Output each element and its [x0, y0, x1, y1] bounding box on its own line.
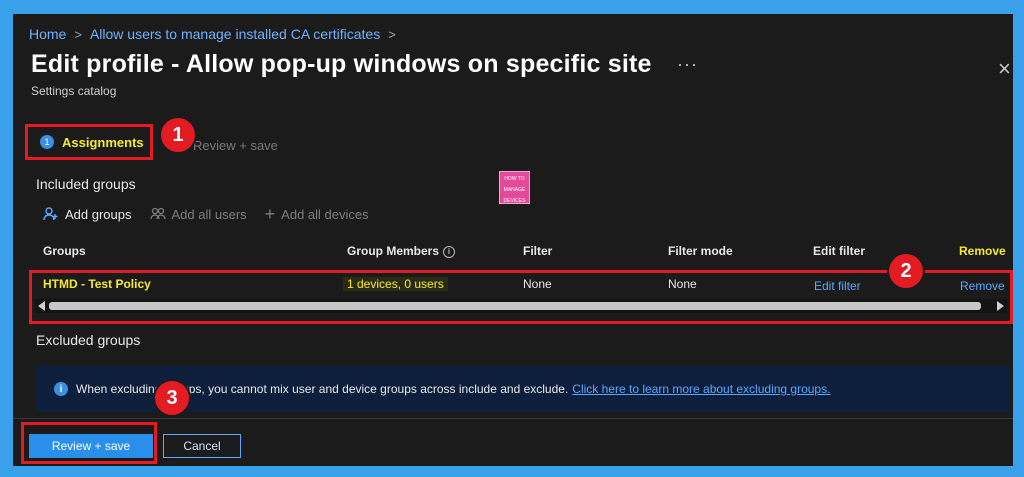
page-title: Edit profile - Allow pop-up windows on s… — [31, 50, 652, 78]
column-group-members: Group Members i — [347, 244, 456, 258]
groups-table-header: Groups Group Members i Filter Filter mode… — [43, 244, 1007, 264]
info-icon[interactable]: i — [443, 246, 456, 258]
callout-badge-2: 2 — [889, 254, 923, 288]
add-groups-button[interactable]: Add groups — [43, 206, 132, 222]
remove-link[interactable]: Remove — [960, 279, 1005, 293]
column-remove: Remove — [959, 244, 1006, 258]
footer-divider — [13, 418, 1013, 419]
group-name: HTMD - Test Policy — [43, 277, 151, 291]
review-save-button[interactable]: Review + save — [29, 434, 153, 458]
scroll-left-icon[interactable] — [38, 301, 45, 311]
column-filter-mode: Filter mode — [668, 244, 733, 258]
more-options-icon[interactable]: ··· — [677, 54, 698, 75]
close-icon[interactable]: × — [998, 56, 1011, 82]
info-message: When excluding groups, you cannot mix us… — [76, 382, 569, 396]
column-filter: Filter — [523, 244, 553, 258]
edit-filter-link[interactable]: Edit filter — [814, 279, 861, 293]
users-icon — [149, 207, 166, 220]
page-subtitle: Settings catalog — [31, 84, 117, 98]
learn-more-link[interactable]: Click here to learn more about excluding… — [572, 382, 830, 396]
filter-value: None — [523, 277, 552, 291]
tab-review-save[interactable]: Review + save — [193, 138, 278, 153]
callout-badge-3: 3 — [155, 381, 189, 415]
tab-assignments-label: Assignments — [62, 134, 144, 150]
breadcrumb-current[interactable]: Allow users to manage installed CA certi… — [90, 26, 380, 42]
tab-assignments[interactable]: 1 Assignments — [25, 124, 153, 160]
included-groups-label: Included groups — [36, 176, 136, 192]
horizontal-scrollbar[interactable] — [35, 299, 1007, 313]
breadcrumb: Home > Allow users to manage installed C… — [29, 26, 396, 42]
filter-mode-value: None — [668, 277, 697, 291]
add-all-users-button[interactable]: Add all users — [149, 206, 247, 222]
column-edit-filter: Edit filter — [813, 244, 866, 258]
step-number-icon: 1 — [40, 135, 54, 149]
scroll-right-icon[interactable] — [997, 301, 1004, 311]
scrollbar-thumb[interactable] — [49, 302, 981, 310]
add-all-devices-button[interactable]: + Add all devices — [264, 204, 369, 224]
cancel-button[interactable]: Cancel — [163, 434, 241, 458]
callout-badge-1: 1 — [161, 118, 195, 152]
htmd-logo: HOW TO MANAGE DEVICES — [499, 171, 530, 204]
plus-icon: + — [264, 204, 276, 224]
add-user-icon — [43, 207, 58, 221]
excluded-groups-label: Excluded groups — [36, 332, 141, 348]
table-row: HTMD - Test Policy 1 devices, 0 users No… — [43, 277, 1007, 295]
column-groups: Groups — [43, 244, 86, 258]
chevron-right-icon: > — [388, 26, 396, 42]
edit-profile-panel: Home > Allow users to manage installed C… — [13, 14, 1013, 466]
groups-toolbar: Add groups Add all users + Add all devic… — [43, 204, 369, 224]
breadcrumb-home[interactable]: Home — [29, 26, 66, 42]
info-icon: i — [54, 382, 68, 396]
group-members-count: 1 devices, 0 users — [343, 277, 448, 291]
chevron-right-icon: > — [74, 26, 82, 42]
